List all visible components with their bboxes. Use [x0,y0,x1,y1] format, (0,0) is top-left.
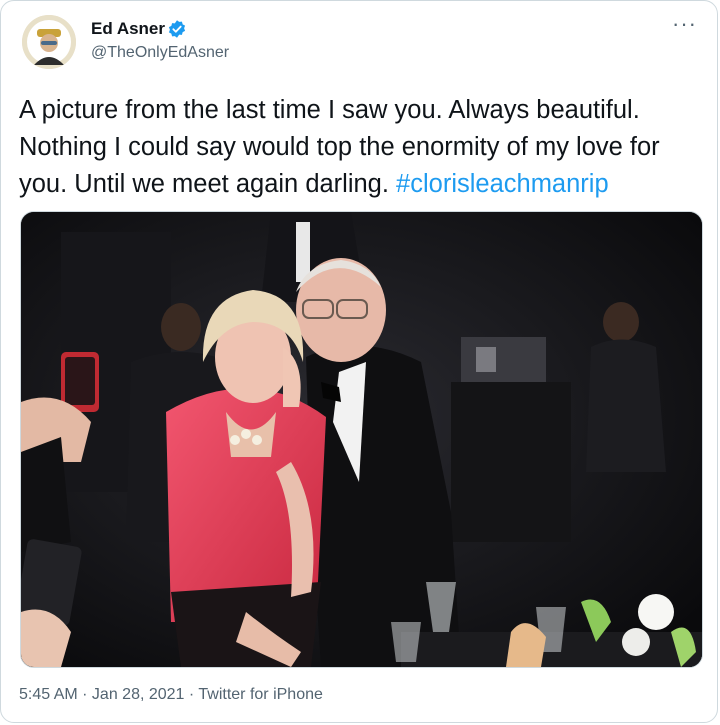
tweet-source[interactable]: Twitter for iPhone [198,686,323,703]
tweet-text: A picture from the last time I saw you. … [19,92,709,203]
more-options-icon[interactable]: ··· [672,13,697,35]
hashtag-link[interactable]: #clorisleachmanrip [396,170,609,198]
author-name[interactable]: Ed Asner [91,19,165,39]
profile-avatar-icon [22,15,76,69]
tweet-time[interactable]: 5:45 AM [19,686,78,703]
profile-avatar[interactable] [22,15,76,69]
verified-badge-icon [168,20,186,38]
meta-separator: · [77,686,92,703]
meta-separator: · [184,686,199,703]
photo-image [21,212,702,667]
tweet-date[interactable]: Jan 28, 2021 [92,686,185,703]
author-handle[interactable]: @TheOnlyEdAsner [91,44,229,62]
tweet-meta: 5:45 AM · Jan 28, 2021 · Twitter for iPh… [19,686,323,704]
tweet-photo[interactable] [20,211,703,668]
tweet-card: Ed Asner @TheOnlyEdAsner ··· A picture f… [0,0,718,723]
